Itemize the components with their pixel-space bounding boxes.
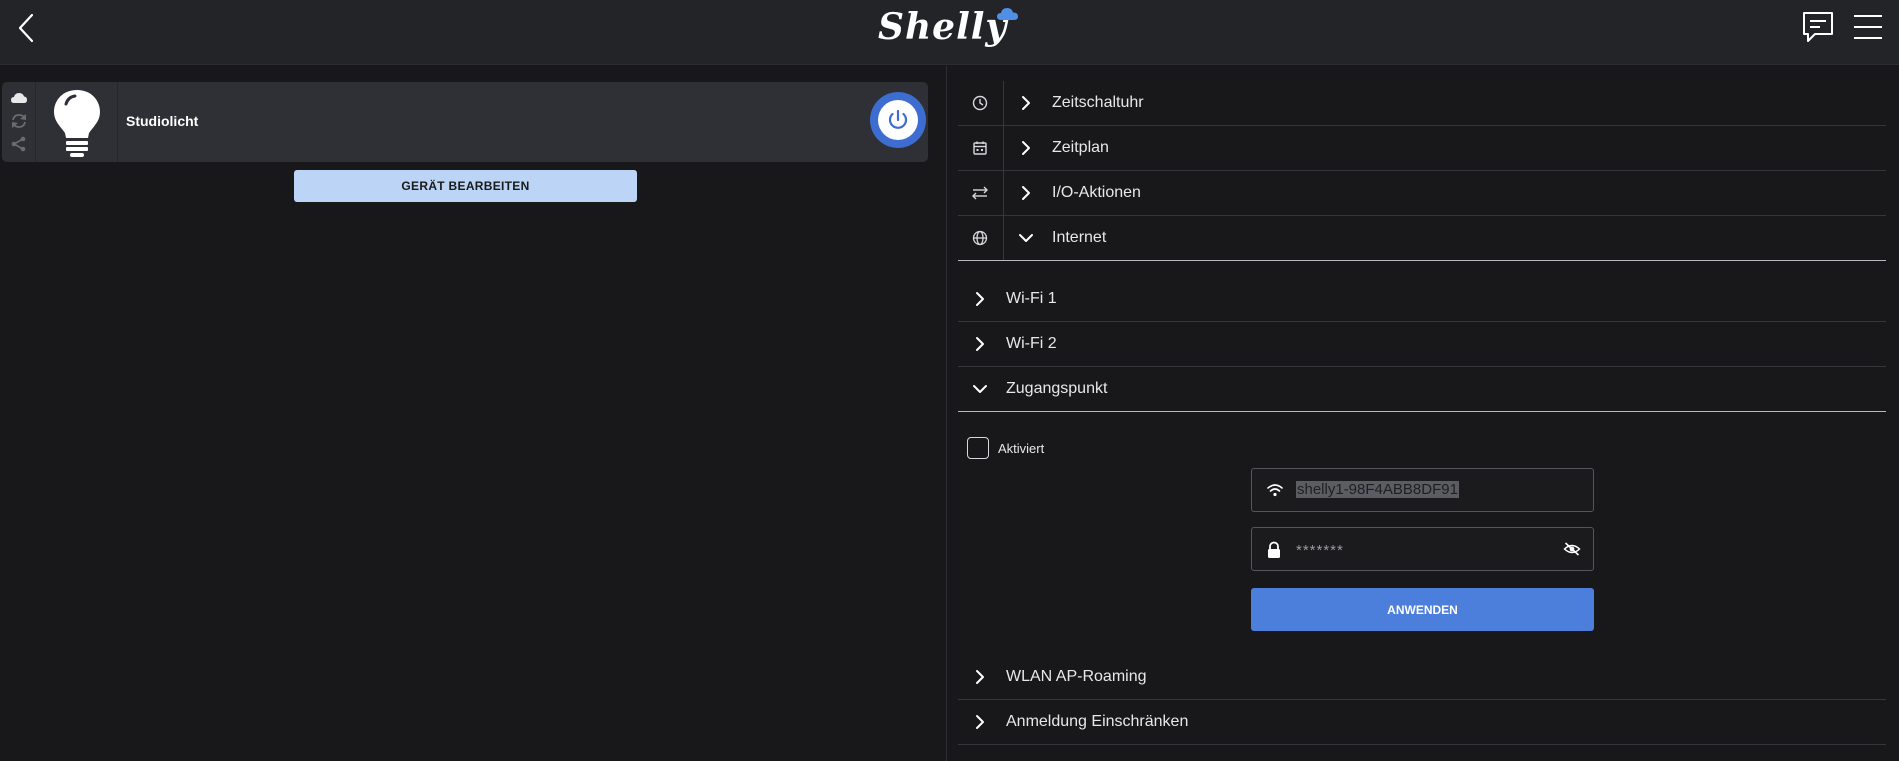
shelly-logo: Shelly: [878, 4, 1028, 52]
internet-row-wifi-1[interactable]: Wi-Fi 1: [958, 277, 1886, 322]
ssid-value: shelly1-98F4ABB8DF91: [1296, 481, 1459, 498]
lock-icon: [1268, 541, 1280, 558]
row-label: Internet: [1052, 229, 1107, 246]
password-field[interactable]: *******: [1251, 527, 1594, 571]
row-label: Zeitschaltuhr: [1052, 94, 1144, 111]
internet-row-wlan-ap-roaming[interactable]: WLAN AP-Roaming: [958, 655, 1886, 700]
hamburger-menu-icon: [1854, 15, 1882, 39]
logo-text: Shelly: [878, 6, 1008, 48]
settings-row-internet[interactable]: Internet: [958, 216, 1886, 261]
device-status-column: [2, 82, 36, 162]
chevron-down-icon: [973, 385, 987, 393]
chevron-right-icon: [976, 337, 984, 351]
light-bulb-icon: [54, 90, 100, 157]
sync-icon: [12, 114, 26, 128]
top-bar: Shelly: [0, 0, 1899, 65]
row-label: Wi-Fi 1: [1006, 290, 1057, 307]
internet-row-access-point[interactable]: Zugangspunkt: [958, 367, 1886, 412]
row-icon-cell: [958, 171, 1004, 215]
access-point-enabled-label: Aktiviert: [998, 441, 1045, 456]
chevron-right-icon: [1022, 96, 1030, 110]
clock-icon: [972, 95, 988, 111]
device-image: [36, 82, 118, 162]
settings-row-io-actions[interactable]: I/O-Aktionen: [958, 171, 1886, 216]
chat-icon: [1803, 12, 1833, 42]
power-icon: [888, 109, 908, 129]
settings-row-schedule[interactable]: Zeitplan: [958, 126, 1886, 171]
row-label: Zugangspunkt: [1006, 380, 1108, 397]
eye-off-icon[interactable]: [1563, 541, 1581, 557]
power-button-face: [878, 100, 918, 140]
chevron-left-icon: [18, 13, 34, 43]
wifi-icon: [1267, 484, 1283, 497]
power-toggle-button[interactable]: [870, 92, 926, 148]
chevron-right-icon: [1022, 186, 1030, 200]
cloud-logo-icon: [997, 8, 1018, 20]
chevron-right-icon: [976, 292, 984, 306]
password-value: *******: [1296, 542, 1344, 559]
chevron-right-icon: [976, 670, 984, 684]
row-icon-cell: [958, 126, 1004, 170]
share-icon: [11, 136, 26, 152]
back-button[interactable]: [12, 12, 44, 44]
chevron-right-icon: [976, 715, 984, 729]
cloud-icon: [11, 93, 27, 103]
settings-row-timer[interactable]: Zeitschaltuhr: [958, 81, 1886, 126]
internet-row-wifi-2[interactable]: Wi-Fi 2: [958, 322, 1886, 367]
device-card[interactable]: Studiolicht: [2, 82, 928, 162]
menu-button[interactable]: [1852, 12, 1884, 42]
internet-row-restrict-login[interactable]: Anmeldung Einschränken: [958, 700, 1886, 745]
panel-divider: [946, 66, 947, 761]
row-icon-cell: [958, 81, 1004, 125]
calendar-icon: [973, 141, 987, 155]
swap-arrows-icon: [972, 186, 988, 200]
device-name: Studiolicht: [126, 113, 199, 129]
edit-device-button[interactable]: GERÄT BEARBEITEN: [294, 170, 637, 202]
row-label: Wi-Fi 2: [1006, 335, 1057, 352]
chevron-down-icon: [1019, 234, 1033, 242]
row-label: I/O-Aktionen: [1052, 184, 1141, 201]
chevron-right-icon: [1022, 141, 1030, 155]
row-label: Zeitplan: [1052, 139, 1109, 156]
ssid-field[interactable]: shelly1-98F4ABB8DF91: [1251, 468, 1594, 512]
row-label: Anmeldung Einschränken: [1006, 713, 1189, 730]
access-point-enabled-checkbox[interactable]: [967, 437, 989, 459]
apply-button[interactable]: ANWENDEN: [1251, 588, 1594, 631]
row-icon-cell: [958, 216, 1004, 260]
globe-icon: [972, 230, 988, 246]
feedback-button[interactable]: [1800, 10, 1836, 46]
row-label: WLAN AP-Roaming: [1006, 668, 1147, 685]
